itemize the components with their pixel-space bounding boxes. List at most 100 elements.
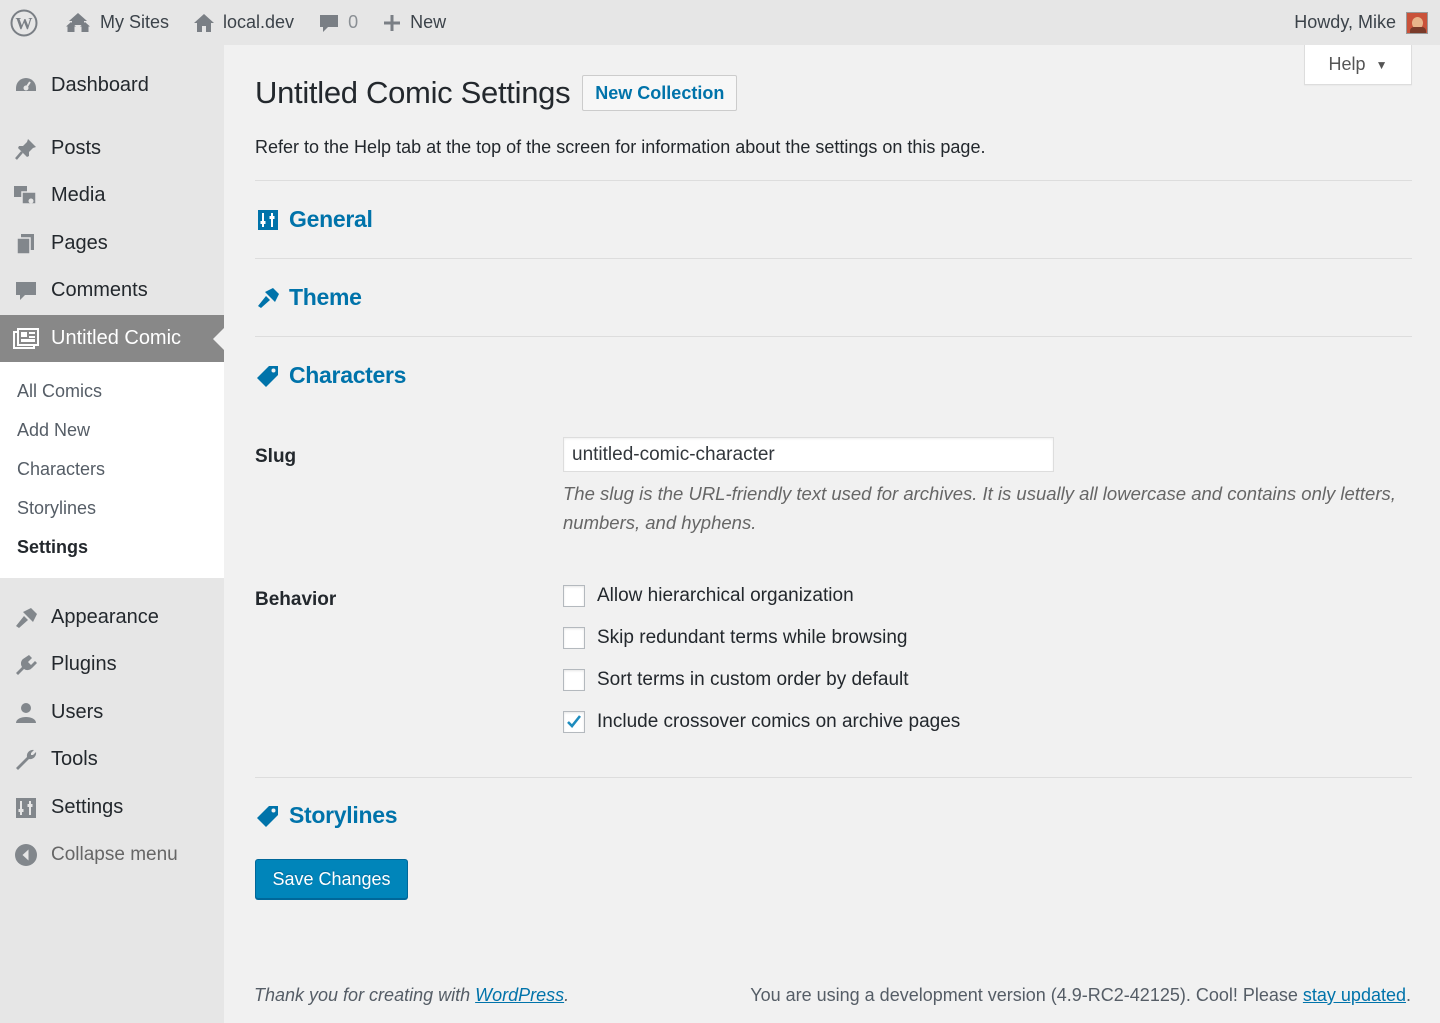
page-title: Untitled Comic Settings — [255, 75, 571, 110]
section-general-label: General — [289, 206, 373, 232]
tag-icon — [255, 363, 281, 389]
greeting-label: Howdy, Mike — [1294, 12, 1396, 32]
home-icon — [193, 12, 215, 34]
collapse-menu-button[interactable]: Collapse menu — [0, 831, 224, 878]
sidebar-item-users[interactable]: Users — [0, 689, 224, 736]
pages-icon — [0, 232, 51, 256]
divider — [255, 180, 1412, 181]
wordpress-link[interactable]: WordPress — [475, 985, 564, 1005]
behavior-option-crossover[interactable]: Include crossover comics on archive page… — [563, 711, 960, 733]
sidebar-item-label: Appearance — [51, 606, 159, 628]
submenu-item-storylines[interactable]: Storylines — [0, 489, 224, 528]
my-sites-menu[interactable]: My Sites — [52, 0, 181, 45]
section-characters-toggle[interactable]: Characters — [255, 362, 406, 389]
behavior-option-label: Include crossover comics on archive page… — [597, 711, 961, 732]
account-menu[interactable]: Howdy, Mike — [1282, 0, 1440, 45]
sidebar-item-comments[interactable]: Comments — [0, 267, 224, 314]
divider — [255, 336, 1412, 337]
section-theme-label: Theme — [289, 284, 362, 310]
wrench-icon — [0, 748, 51, 772]
behavior-label: Behavior — [255, 589, 337, 610]
new-label: New — [410, 12, 447, 32]
checkbox-checked[interactable] — [563, 711, 585, 733]
submenu-item-characters[interactable]: Characters — [0, 450, 224, 489]
submenu-item-all-comics[interactable]: All Comics — [0, 372, 224, 411]
sidebar-item-dashboard[interactable]: Dashboard — [0, 62, 224, 109]
sidebar-item-label: Settings — [51, 796, 124, 818]
new-content-menu[interactable]: New — [370, 0, 458, 45]
my-sites-label: My Sites — [100, 12, 170, 32]
user-icon — [0, 701, 51, 725]
submenu-item-add-new[interactable]: Add New — [0, 411, 224, 450]
sidebar-item-appearance[interactable]: Appearance — [0, 594, 224, 641]
sidebar-item-untitled-comic[interactable]: Untitled Comic — [0, 315, 224, 362]
checkbox-unchecked[interactable] — [563, 669, 585, 691]
section-storylines-toggle[interactable]: Storylines — [255, 802, 398, 829]
sidebar-item-label: Users — [51, 701, 104, 723]
stay-updated-link[interactable]: stay updated — [1303, 985, 1406, 1005]
sidebar-item-posts[interactable]: Posts — [0, 125, 224, 172]
sidebar-item-label: Plugins — [51, 653, 117, 675]
behavior-option-label: Sort terms in custom order by default — [597, 669, 909, 690]
sidebar-item-label: Tools — [51, 748, 98, 770]
divider — [255, 777, 1412, 778]
sidebar-item-label: Comments — [51, 279, 148, 301]
wordpress-logo-menu[interactable]: W — [0, 0, 52, 45]
section-theme-toggle[interactable]: Theme — [255, 284, 362, 311]
footer-version-suffix: . — [1405, 985, 1411, 1005]
new-collection-button[interactable]: New Collection — [582, 75, 738, 111]
sidebar-item-label: Pages — [51, 232, 108, 254]
sidebar-item-pages[interactable]: Pages — [0, 220, 224, 267]
comic-submenu: All Comics Add New Characters Storylines… — [0, 362, 224, 578]
footer-thanks-prefix: Thank you for creating with — [254, 985, 476, 1005]
slug-input[interactable] — [563, 437, 1054, 472]
brush-icon — [255, 285, 281, 311]
admin-bar: W My Sites local.dev 0 New Howdy, Mike — [0, 0, 1440, 45]
site-name-menu[interactable]: local.dev — [181, 0, 306, 45]
footer-version-text: You are using a development version (4.9… — [750, 985, 1303, 1005]
comments-count: 0 — [348, 12, 359, 32]
help-tab-button[interactable]: Help ▼ — [1304, 45, 1412, 85]
behavior-option-custom-order[interactable]: Sort terms in custom order by default — [563, 669, 909, 691]
sidebar-item-label: Media — [51, 184, 106, 206]
section-storylines-label: Storylines — [289, 802, 398, 828]
avatar — [1406, 11, 1428, 34]
plus-icon — [382, 13, 402, 33]
comic-icon — [0, 327, 51, 351]
pin-icon — [0, 137, 51, 161]
sidebar-item-tools[interactable]: Tools — [0, 736, 224, 783]
sidebar-item-plugins[interactable]: Plugins — [0, 641, 224, 688]
footer-version: You are using a development version (4.9… — [750, 985, 1411, 1006]
plug-icon — [0, 653, 51, 677]
save-changes-button[interactable]: Save Changes — [255, 859, 408, 899]
comments-menu[interactable]: 0 — [306, 0, 370, 45]
section-general-toggle[interactable]: General — [255, 206, 373, 233]
sidebar-item-settings[interactable]: Settings — [0, 784, 224, 831]
footer-thanks-suffix: . — [564, 985, 570, 1005]
sliders-icon — [0, 796, 51, 820]
footer-thanks: Thank you for creating with WordPress. — [254, 985, 569, 1006]
my-sites-icon — [64, 12, 92, 34]
behavior-option-hierarchical[interactable]: Allow hierarchical organization — [563, 585, 854, 607]
behavior-option-label: Skip redundant terms while browsing — [597, 627, 908, 648]
sidebar-item-media[interactable]: Media — [0, 172, 224, 219]
admin-sidebar: Dashboard Posts Media Pages Comments Unt… — [0, 45, 224, 1023]
page-header: Untitled Comic Settings New Collection — [255, 75, 738, 111]
collapse-arrow-icon — [0, 843, 51, 867]
behavior-option-skip-redundant[interactable]: Skip redundant terms while browsing — [563, 627, 908, 649]
checkbox-unchecked[interactable] — [563, 585, 585, 607]
checkbox-unchecked[interactable] — [563, 627, 585, 649]
dashboard-icon — [0, 74, 51, 98]
sliders-icon — [255, 207, 281, 233]
submenu-item-settings[interactable]: Settings — [0, 528, 224, 567]
checkmark-icon — [567, 715, 582, 728]
help-label: Help — [1328, 54, 1366, 74]
sidebar-item-label: Dashboard — [51, 74, 149, 96]
svg-text:W: W — [16, 14, 33, 33]
wordpress-logo-icon: W — [10, 9, 38, 37]
caret-down-icon: ▼ — [1375, 57, 1388, 72]
slug-label: Slug — [255, 446, 297, 467]
behavior-option-label: Allow hierarchical organization — [597, 585, 854, 606]
media-icon — [0, 184, 51, 208]
section-characters-label: Characters — [289, 362, 407, 388]
